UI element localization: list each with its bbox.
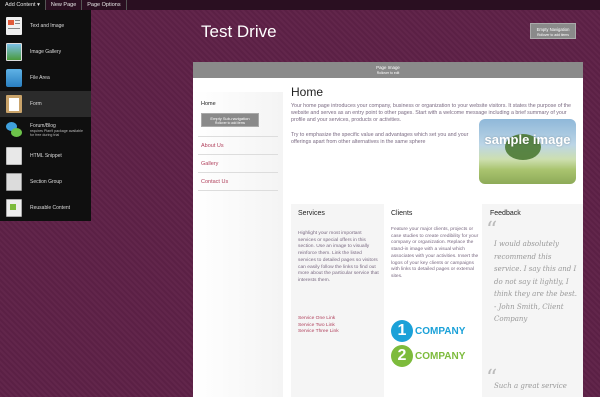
services-column: Services Highlight your most important s… [291,204,384,397]
client-logo-2[interactable]: 2 COMPANY [391,345,465,367]
add-content-button[interactable]: Add Content ▾ [0,0,46,10]
services-heading: Services [298,210,325,217]
page-options-button[interactable]: Page Options [82,0,127,10]
gallery-icon [6,43,22,61]
add-content-panel: Text and Image Image Gallery File Area F… [0,10,91,221]
service-link[interactable]: Service Three Link [298,329,339,336]
feedback-heading: Feedback [490,210,521,217]
intro-paragraph: Try to emphasize the specific value and … [291,131,469,145]
text-image-icon [6,17,22,35]
services-links: Service One Link Service Two Link Servic… [298,316,339,336]
services-text: Highlight your most important services o… [298,231,379,283]
panel-item-image-gallery[interactable]: Image Gallery [0,39,91,65]
nav-divider [198,190,278,191]
panel-item-file-area[interactable]: File Area [0,65,91,91]
nav-item-gallery[interactable]: Gallery [201,161,218,167]
service-link[interactable]: Service One Link [298,316,339,323]
panel-item-forum-blog[interactable]: Forum/Blog requires Plan9 package availa… [0,117,91,143]
testimonial-quote: I would absolutely recommend this servic… [494,240,578,323]
nav-divider [198,172,278,173]
page-image-label: Page Image [376,65,400,70]
panel-item-form[interactable]: Form [0,91,91,117]
clipboard-icon [6,95,22,113]
nav-item-contact-us[interactable]: Contact Us [201,179,228,185]
empty-navigation-placeholder[interactable]: Empty Navigation Rollover to add items [530,23,576,39]
clients-column: Clients Feature your major clients, proj… [384,204,482,397]
clients-text: Feature your major clients, projects or … [391,227,479,279]
top-toolbar: Add Content ▾ New Page Page Options [0,0,600,10]
logo-company-name: COMPANY [415,350,466,362]
panel-item-label: Image Gallery [30,49,62,55]
chat-bubbles-icon [6,121,22,139]
panel-item-html-snippet[interactable]: HTML Snippet [0,143,91,169]
clients-heading: Clients [391,210,413,217]
client-logo-1[interactable]: 1 COMPANY [391,320,465,342]
html-snippet-icon [6,147,22,165]
folder-icon [6,69,22,87]
sample-image[interactable]: sample image [479,119,576,184]
site-title: Test Drive [201,22,277,41]
panel-item-reusable-content[interactable]: Reusable Content [0,195,91,221]
nav-item-home[interactable]: Home [201,101,216,107]
panel-item-note: requires Plan9 package available for fre… [30,129,83,137]
nav-divider [198,136,278,137]
panel-item-label: Reusable Content [30,205,71,211]
sample-image-text: sample image [484,132,571,147]
panel-item-section-group[interactable]: Section Group [0,169,91,195]
page-image-placeholder[interactable]: Page Image Rollover to edit [193,62,583,78]
left-navigation: Home Empty Sub-navigation Rollover to ad… [193,92,283,397]
panel-item-label: Form [30,101,42,107]
panel-item-label: Text and Image [30,23,65,29]
logo-number-badge: 1 [391,320,413,342]
testimonial-quote: Such a great service [494,382,567,390]
new-page-button[interactable]: New Page [46,0,83,10]
page-container: Page Image Rollover to edit Home Empty S… [193,62,583,397]
reusable-content-icon [6,199,22,217]
nav-item-about-us[interactable]: About Us [201,143,224,149]
logo-company-name: COMPANY [415,325,466,337]
panel-item-label: Section Group [30,179,62,185]
empty-nav-hint: Rollover to add items [537,33,569,37]
nav-divider [198,154,278,155]
page-heading: Home [291,85,324,99]
section-group-icon [6,173,22,191]
feedback-column: Feedback “ I would absolutely recommend … [482,204,583,397]
logo-number-badge: 2 [391,345,413,367]
empty-nav-label: Empty Navigation [536,27,570,32]
panel-item-label: HTML Snippet [30,153,62,159]
panel-item-text-and-image[interactable]: Text and Image [0,13,91,39]
empty-subnav-placeholder[interactable]: Empty Sub-navigation Rollover to add ite… [201,113,259,127]
page-image-hint: Rollover to edit [376,71,400,75]
panel-item-label: File Area [30,75,50,81]
subnav-hint: Rollover to add items [215,121,245,125]
